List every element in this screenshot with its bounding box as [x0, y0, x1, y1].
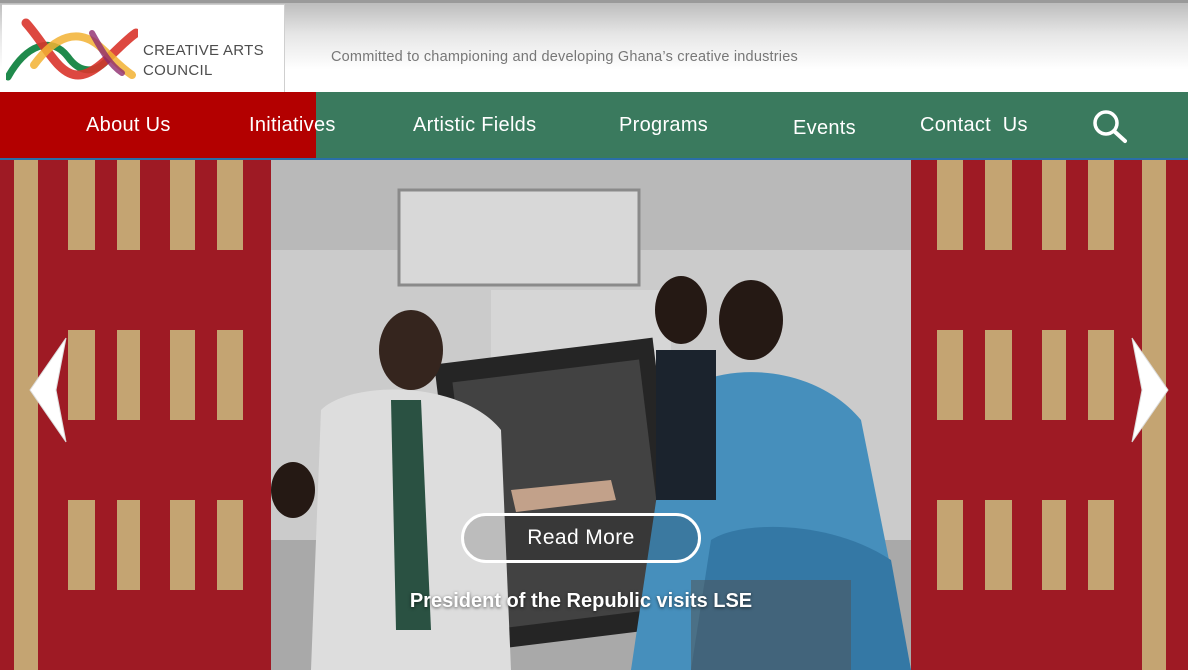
logo-text: CREATIVE ARTS COUNCIL: [143, 41, 264, 81]
nav-item-events[interactable]: Events: [793, 95, 856, 161]
main-nav: About Us Initiatives Artistic Fields Pro…: [0, 92, 1188, 160]
nav-item-artistic-fields[interactable]: Artistic Fields: [413, 92, 536, 158]
creative-arts-logo-icon: [6, 18, 138, 81]
chevron-right-icon[interactable]: [1126, 330, 1176, 450]
search-icon[interactable]: [1090, 108, 1130, 144]
tagline: Committed to championing and developing …: [331, 49, 798, 65]
nav-item-about-us[interactable]: About Us: [86, 92, 171, 158]
logo-line-1: CREATIVE ARTS: [143, 42, 264, 59]
read-more-button[interactable]: Read More: [461, 513, 701, 563]
hero-carousel: Read More President of the Republic visi…: [0, 160, 1188, 670]
nav-item-initiatives[interactable]: Initiatives: [249, 92, 336, 158]
chevron-left-icon[interactable]: [22, 330, 72, 450]
logo-line-2: COUNCIL: [143, 62, 213, 79]
nav-item-contact-us[interactable]: Contact Us: [920, 92, 1028, 158]
nav-item-programs[interactable]: Programs: [619, 92, 708, 158]
hero-caption: President of the Republic visits LSE: [409, 590, 753, 612]
logo[interactable]: CREATIVE ARTS COUNCIL: [2, 4, 285, 94]
site-header: CREATIVE ARTS COUNCIL Committed to champ…: [0, 0, 1188, 94]
